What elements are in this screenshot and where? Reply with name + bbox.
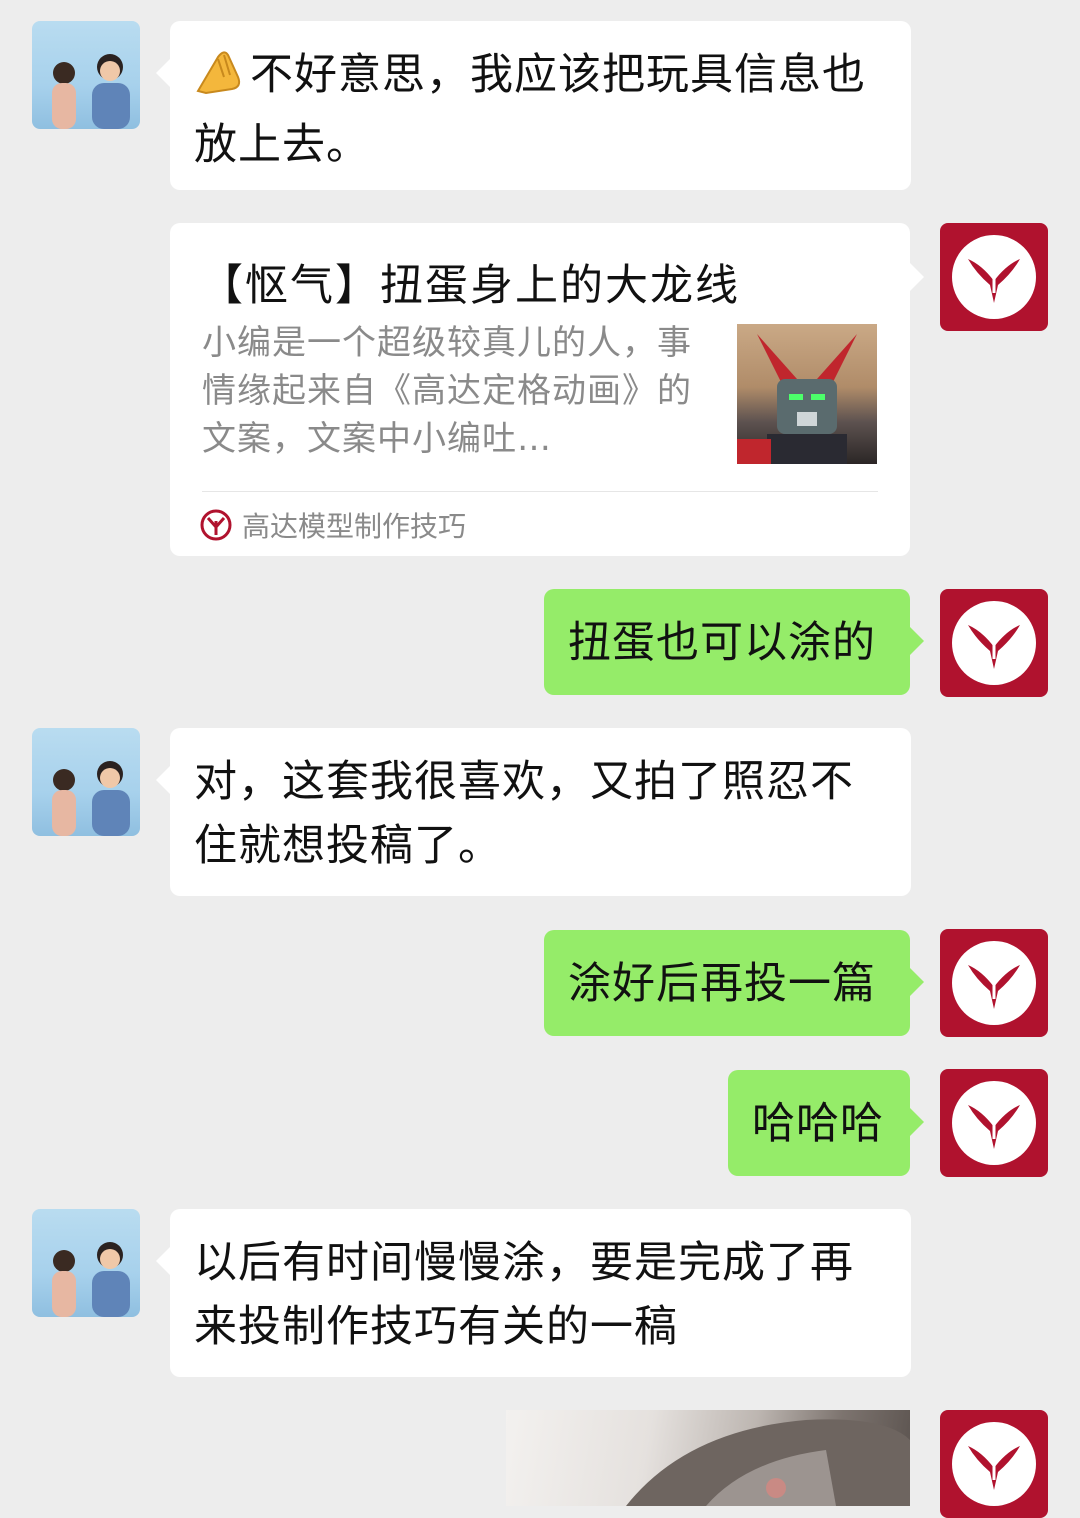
card-source: 高达模型制作技巧: [200, 505, 466, 545]
self-avatar[interactable]: [940, 223, 1048, 331]
brand-logo-icon: [968, 625, 1020, 669]
robot-model-thumbnail-icon: [737, 334, 857, 464]
article-link-card[interactable]: 【怄气】扭蛋身上的大龙线 小编是一个超级较真儿的人，事情缘起来自《高达定格动画》…: [170, 223, 924, 556]
contact-photo-icon: [52, 1242, 130, 1317]
card-thumbnail: [737, 324, 877, 464]
contact-avatar[interactable]: [32, 21, 140, 129]
self-avatar[interactable]: [940, 929, 1048, 1037]
message-text: 不好意思，我应该把玩具信息也放上去。: [194, 50, 866, 170]
message-bubble-sent[interactable]: 哈哈哈: [728, 1070, 924, 1176]
message-bubble-sent[interactable]: 涂好后再投一篇: [544, 930, 924, 1036]
brand-logo-icon: [200, 509, 232, 541]
card-source-name: 高达模型制作技巧: [242, 510, 467, 543]
self-avatar[interactable]: [940, 1410, 1048, 1518]
contact-avatar[interactable]: [32, 1209, 140, 1317]
self-avatar[interactable]: [940, 1069, 1048, 1177]
contact-photo-icon: [52, 761, 130, 836]
message-text: 扭蛋也可以涂的: [568, 618, 876, 668]
message-bubble-received[interactable]: 以后有时间慢慢涂，要是完成了再来投制作技巧有关的一稿: [156, 1209, 911, 1377]
pinched-fingers-emoji-icon: [194, 47, 246, 113]
brand-logo-icon: [968, 965, 1020, 1009]
message-text: 哈哈哈: [752, 1099, 884, 1149]
message-bubble-received[interactable]: 对，这套我很喜欢，又拍了照忍不住就想投稿了。: [156, 728, 911, 896]
card-title: 【怄气】扭蛋身上的大龙线: [200, 261, 740, 311]
card-divider: [202, 491, 878, 492]
brand-logo-icon: [968, 259, 1020, 303]
contact-avatar[interactable]: [32, 728, 140, 836]
message-bubble-sent[interactable]: 扭蛋也可以涂的: [544, 589, 924, 695]
cat-photo-icon: [626, 1419, 910, 1506]
self-avatar[interactable]: [940, 589, 1048, 697]
message-bubble-received[interactable]: 不好意思，我应该把玩具信息也放上去。: [156, 21, 911, 190]
contact-photo-icon: [52, 54, 130, 129]
message-text: 涂好后再投一篇: [568, 959, 876, 1009]
brand-logo-icon: [968, 1446, 1020, 1490]
message-text: 对，这套我很喜欢，又拍了照忍不住就想投稿了。: [194, 757, 854, 871]
image-message[interactable]: [506, 1410, 910, 1506]
brand-logo-icon: [968, 1105, 1020, 1149]
message-text: 以后有时间慢慢涂，要是完成了再来投制作技巧有关的一稿: [194, 1238, 854, 1352]
card-description: 小编是一个超级较真儿的人，事情缘起来自《高达定格动画》的文案，文案中小编吐…: [202, 323, 692, 459]
